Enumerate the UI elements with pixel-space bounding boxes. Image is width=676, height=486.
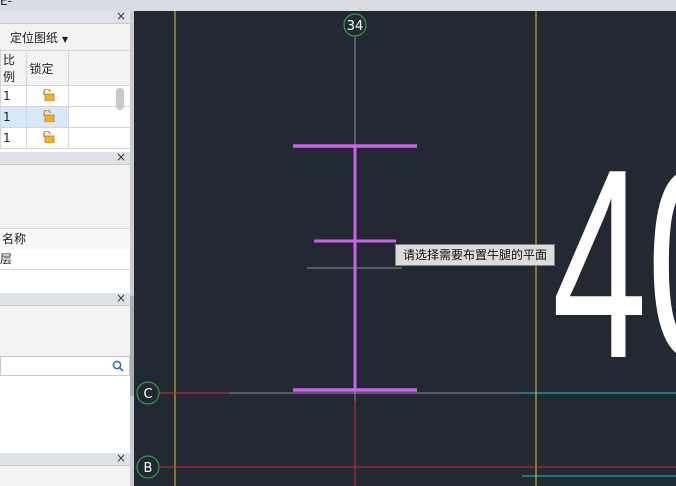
search-panel: × (0, 293, 130, 454)
col-scale: 比例 (0, 50, 28, 86)
sidebar: × 定位图纸 ▼ 比例 锁定 1 1 1 × 名称 层 × × (0, 11, 130, 486)
layers-toolbar: 定位图纸 ▼ (0, 24, 130, 51)
drawing-canvas[interactable]: 34 C B 40 请选择需要布置牛腿的平面 (134, 11, 676, 486)
close-icon[interactable]: × (116, 293, 126, 306)
close-icon[interactable]: × (116, 11, 126, 24)
toolbar-fragment: E- (0, 0, 12, 8)
big-dimension-text: 40 (552, 114, 676, 415)
scrollbar[interactable] (116, 88, 124, 110)
floors-panel-title: × (0, 152, 130, 165)
unlock-icon[interactable] (41, 88, 55, 101)
unlock-icon[interactable] (41, 130, 55, 143)
layers-panel-title: × (0, 11, 130, 24)
floors-header: 名称 (0, 228, 130, 250)
search-input[interactable] (0, 356, 130, 376)
axis-label-34: 34 (347, 19, 364, 34)
search-icon[interactable] (112, 360, 124, 372)
floor-name: 层 (0, 252, 13, 266)
axis-label-b: B (144, 461, 153, 476)
search-panel-title: × (0, 293, 130, 306)
close-icon[interactable]: × (116, 453, 126, 466)
floors-toolbar (0, 165, 130, 228)
axis-bubble-c[interactable]: C (136, 381, 160, 405)
table-header: 比例 锁定 (0, 50, 130, 86)
close-icon[interactable]: × (116, 152, 126, 165)
table-row[interactable]: 1 (0, 85, 130, 107)
unlock-icon[interactable] (41, 109, 55, 122)
table-row[interactable]: 1 (0, 106, 130, 128)
table-row[interactable]: 1 (0, 127, 130, 149)
floors-panel: × 名称 层 (0, 152, 130, 294)
scale-cell: 1 (0, 106, 28, 128)
command-prompt-tooltip: 请选择需要布置牛腿的平面 (395, 244, 556, 266)
layers-table: 比例 锁定 1 1 1 (0, 50, 130, 149)
scale-cell: 1 (0, 85, 28, 107)
layers-panel: × 定位图纸 ▼ 比例 锁定 1 1 1 (0, 11, 130, 153)
col-name: 名称 (2, 232, 27, 246)
bottom-panel: × (0, 453, 130, 486)
locate-drawing-button[interactable]: 定位图纸 ▼ (10, 29, 68, 46)
chevron-down-icon: ▼ (62, 35, 69, 44)
bottom-panel-title: × (0, 453, 130, 466)
axis-bubble-34[interactable]: 34 (343, 13, 367, 37)
search-toolbar (0, 306, 130, 357)
list-item[interactable]: 层 (0, 249, 130, 270)
axis-bubble-b[interactable]: B (136, 455, 160, 479)
axis-label-c: C (143, 387, 152, 402)
col-lock: 锁定 (26, 50, 70, 86)
scale-cell: 1 (0, 127, 28, 149)
